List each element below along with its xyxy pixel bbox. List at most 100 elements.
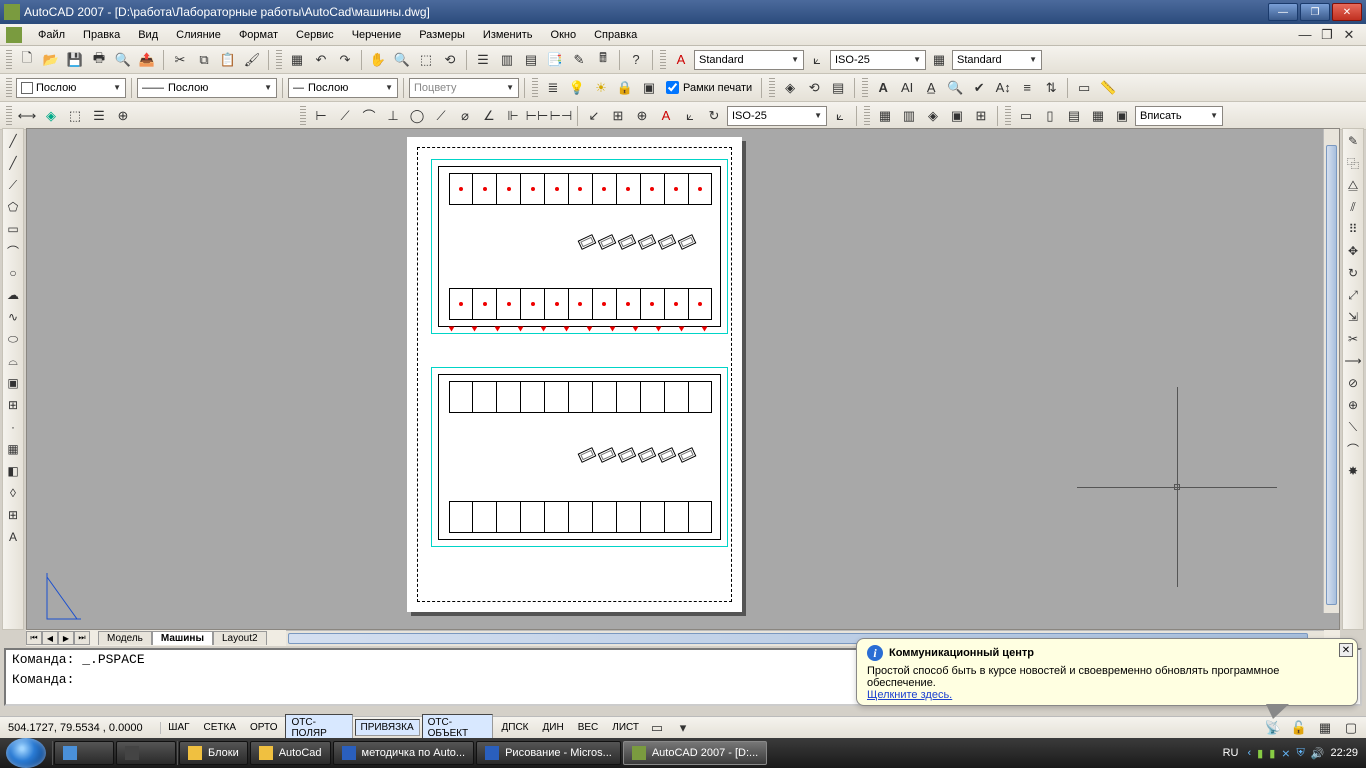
- justify-icon[interactable]: ≡: [1016, 77, 1038, 99]
- toolbar-grip[interactable]: [6, 50, 12, 70]
- fillet-icon[interactable]: ⌒: [1343, 439, 1363, 459]
- maximize-button[interactable]: ❐: [1300, 3, 1330, 21]
- status-toggle-лист[interactable]: ЛИСТ: [606, 719, 645, 736]
- erase-icon[interactable]: ✎: [1343, 131, 1363, 151]
- dim-update-icon[interactable]: ↻: [703, 105, 725, 127]
- designcenter-icon[interactable]: ▥: [496, 49, 518, 71]
- copy-obj-icon[interactable]: ⿻: [1343, 153, 1363, 173]
- view4-icon[interactable]: ▣: [946, 105, 968, 127]
- dim-arc-icon[interactable]: ⌒: [358, 105, 380, 127]
- menu-справка[interactable]: Справка: [586, 27, 645, 43]
- insert-block-icon[interactable]: ▣: [3, 373, 23, 393]
- text-style-combo[interactable]: Standard▼: [694, 50, 804, 70]
- lock-icon[interactable]: 🔓: [1288, 717, 1310, 739]
- quicklaunch-1[interactable]: [54, 741, 114, 765]
- mdi-restore-button[interactable]: ❐: [1316, 24, 1338, 46]
- gradient-icon[interactable]: ◧: [3, 461, 23, 481]
- match-icon[interactable]: 🖌: [241, 49, 263, 71]
- field-icon[interactable]: ▭: [1073, 77, 1095, 99]
- textstyle-icon[interactable]: A: [670, 49, 692, 71]
- save-icon[interactable]: 💾: [64, 49, 86, 71]
- ellipse-arc-icon[interactable]: ⌓: [3, 351, 23, 371]
- quicklaunch-2[interactable]: [116, 741, 176, 765]
- status-toggle-дпск[interactable]: ДПСК: [495, 719, 534, 736]
- menu-изменить[interactable]: Изменить: [475, 27, 541, 43]
- mtext-tool-icon[interactable]: A: [3, 527, 23, 547]
- taskbar-button[interactable]: Блоки: [179, 741, 248, 765]
- region-icon[interactable]: ◊: [3, 483, 23, 503]
- move-icon[interactable]: ✥: [1343, 241, 1363, 261]
- status-toggle-вес[interactable]: ВЕС: [572, 719, 605, 736]
- leader-icon[interactable]: ↙: [583, 105, 605, 127]
- dim-edit-icon[interactable]: A: [655, 105, 677, 127]
- make-block-icon[interactable]: ⊞: [3, 395, 23, 415]
- viewport4-icon[interactable]: ▦: [1087, 105, 1109, 127]
- layer-freeze-icon[interactable]: ☀: [590, 77, 612, 99]
- dist-icon[interactable]: ⟷: [16, 105, 38, 127]
- copy-icon[interactable]: ⧉: [193, 49, 215, 71]
- clean-screen-icon[interactable]: ▢: [1340, 717, 1362, 739]
- lineweight-combo[interactable]: —Послою▼: [288, 78, 398, 98]
- layout-tab-layout2[interactable]: Layout2: [213, 631, 267, 645]
- preview-icon[interactable]: 🔍: [112, 49, 134, 71]
- view2-icon[interactable]: ▥: [898, 105, 920, 127]
- offset-icon[interactable]: ⫽: [1343, 197, 1363, 217]
- open-icon[interactable]: 📂: [40, 49, 62, 71]
- mtext-icon[interactable]: A: [872, 77, 894, 99]
- mdi-close-button[interactable]: ✕: [1338, 24, 1360, 46]
- tray-signal-icon[interactable]: ▮: [1269, 747, 1275, 760]
- spell-icon[interactable]: ✔: [968, 77, 990, 99]
- spacing-icon[interactable]: ⇅: [1040, 77, 1062, 99]
- new-icon[interactable]: 🗋: [16, 49, 38, 71]
- revcloud-icon[interactable]: ☁: [3, 285, 23, 305]
- menu-слияние[interactable]: Слияние: [168, 27, 229, 43]
- layer-prev-icon[interactable]: ⟲: [803, 77, 825, 99]
- status-toggle-дин[interactable]: ДИН: [537, 719, 570, 736]
- viewport3-icon[interactable]: ▤: [1063, 105, 1085, 127]
- rotate-icon[interactable]: ↻: [1343, 263, 1363, 283]
- dim-style-combo[interactable]: ISO-25▼: [830, 50, 926, 70]
- menu-формат[interactable]: Формат: [231, 27, 286, 43]
- layer-bulb-icon[interactable]: 💡: [566, 77, 588, 99]
- markup-icon[interactable]: ✎: [568, 49, 590, 71]
- rectangle-icon[interactable]: ▭: [3, 219, 23, 239]
- layer-tool-icon[interactable]: ◈: [779, 77, 801, 99]
- extend-icon[interactable]: ⟶: [1343, 351, 1363, 371]
- dim-aligned-icon[interactable]: ⟋: [334, 105, 356, 127]
- tab-last-button[interactable]: ⏭: [74, 631, 90, 645]
- calc-icon[interactable]: 🖩: [592, 49, 614, 71]
- coordinates[interactable]: 504.1727, 79.5534 , 0.0000: [4, 722, 161, 734]
- spline-icon[interactable]: ∿: [3, 307, 23, 327]
- layout-tab-модель[interactable]: Модель: [98, 631, 152, 645]
- ellipse-icon[interactable]: ⬭: [3, 329, 23, 349]
- tab-prev-button[interactable]: ◀: [42, 631, 58, 645]
- minimize-button[interactable]: —: [1268, 3, 1298, 21]
- area-icon[interactable]: ◈: [40, 105, 62, 127]
- balloon-close-button[interactable]: ✕: [1339, 643, 1353, 657]
- stretch-icon[interactable]: ⇲: [1343, 307, 1363, 327]
- statusbar-menu-icon[interactable]: ▾: [672, 717, 694, 739]
- toolbar-grip[interactable]: [532, 78, 538, 98]
- viewport-1[interactable]: [431, 159, 728, 334]
- status-toggle-орто[interactable]: ОРТО: [244, 719, 283, 736]
- xline-icon[interactable]: ╱: [3, 153, 23, 173]
- layer-states-icon[interactable]: ▤: [827, 77, 849, 99]
- viewport5-icon[interactable]: ▣: [1111, 105, 1133, 127]
- layer-color-icon[interactable]: ▣: [638, 77, 660, 99]
- linetype-combo-2[interactable]: ——Послою▼: [137, 78, 277, 98]
- toolbar-grip[interactable]: [6, 78, 12, 98]
- dimstyle-icon[interactable]: ⟀: [806, 49, 828, 71]
- close-button[interactable]: ✕: [1332, 3, 1362, 21]
- layer-manager-icon[interactable]: ≣: [542, 77, 564, 99]
- arc-icon[interactable]: ⌒: [3, 241, 23, 261]
- textscale-icon[interactable]: A↕: [992, 77, 1014, 99]
- list-icon[interactable]: ☰: [88, 105, 110, 127]
- scale-icon[interactable]: ⤢: [1343, 285, 1363, 305]
- qdim-icon[interactable]: ⊩: [502, 105, 524, 127]
- dim-linear-icon[interactable]: ⊢: [310, 105, 332, 127]
- model-paper-toggle-icon[interactable]: ▭: [646, 717, 668, 739]
- dimstyle-mgr-icon[interactable]: ⟀: [829, 105, 851, 127]
- point-icon[interactable]: ·: [3, 417, 23, 437]
- dim-baseline-icon[interactable]: ⊢⊢: [526, 105, 548, 127]
- help-icon[interactable]: ?: [625, 49, 647, 71]
